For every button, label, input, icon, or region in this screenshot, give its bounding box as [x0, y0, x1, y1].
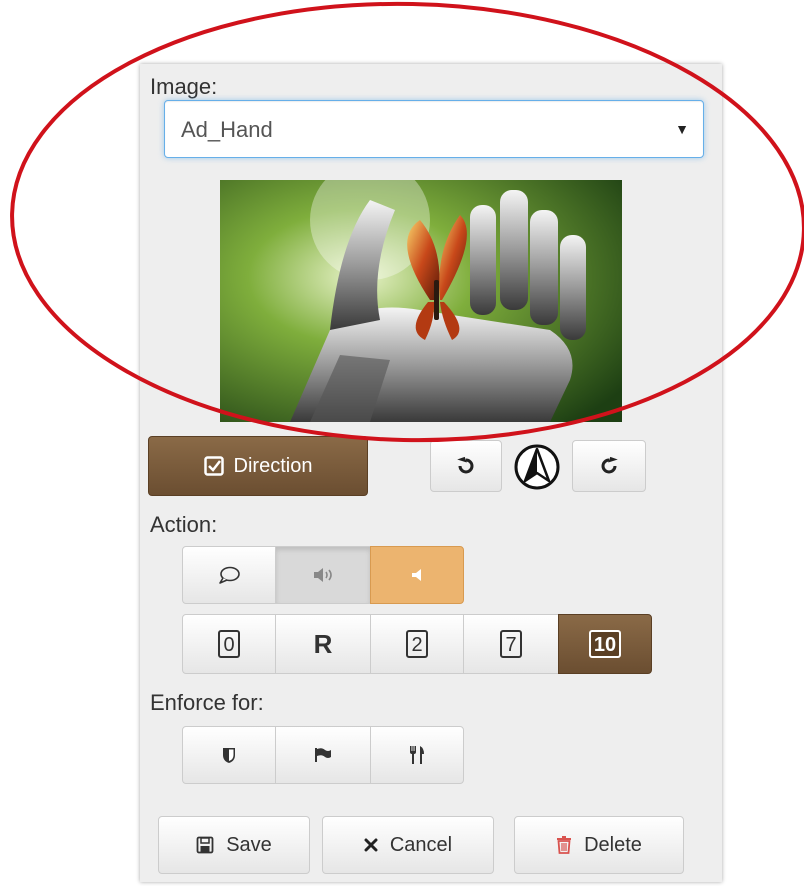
count-button-0[interactable]: 0	[182, 614, 276, 674]
count-button-7[interactable]: 7	[463, 614, 559, 674]
volume-off-button[interactable]	[370, 546, 464, 604]
count-button-2[interactable]: 2	[370, 614, 464, 674]
enforce-cutlery-button[interactable]	[370, 726, 464, 784]
action-label: Action:	[150, 512, 218, 537]
chevron-down-icon: ▼	[675, 121, 689, 137]
enforce-shield-button[interactable]	[182, 726, 276, 784]
volume-off-icon	[410, 567, 424, 583]
image-preview	[220, 180, 622, 422]
speech-button[interactable]	[182, 546, 276, 604]
save-label: Save	[226, 833, 272, 856]
image-select-value: Ad_Hand	[181, 117, 273, 142]
cancel-button[interactable]: Cancel	[322, 816, 494, 874]
speech-bubble-icon	[217, 565, 241, 585]
rotate-right-icon	[598, 455, 620, 477]
rotate-left-icon	[455, 455, 477, 477]
count-label-2: 2	[406, 630, 428, 658]
count-label-10: 10	[588, 630, 622, 658]
volume-button[interactable]	[275, 546, 371, 604]
enforce-flag-button[interactable]	[275, 726, 371, 784]
count-label-7: 7	[500, 630, 522, 658]
close-icon	[364, 838, 378, 852]
direction-button[interactable]: Direction	[148, 436, 368, 496]
cancel-label: Cancel	[389, 833, 453, 856]
image-select[interactable]: Ad_Hand ▼	[164, 100, 704, 158]
delete-label: Delete	[584, 833, 642, 856]
count-label-0: 0	[218, 630, 240, 658]
floppy-disk-icon	[196, 836, 214, 854]
flag-icon	[314, 747, 332, 763]
cutlery-icon	[409, 745, 425, 765]
volume-icon	[312, 566, 334, 584]
count-label-r: R	[313, 628, 333, 659]
save-button[interactable]: Save	[158, 816, 310, 874]
rotate-right-button[interactable]	[572, 440, 646, 492]
checkbox-icon	[203, 456, 224, 476]
trash-icon	[556, 836, 572, 854]
count-button-10[interactable]: 10	[558, 614, 652, 674]
image-label: Image:	[150, 74, 218, 99]
rotate-left-button[interactable]	[430, 440, 502, 492]
enforce-label: Enforce for:	[150, 690, 264, 715]
direction-label: Direction	[233, 454, 313, 477]
compass-icon[interactable]	[513, 443, 561, 491]
delete-button[interactable]: Delete	[514, 816, 684, 874]
shield-icon	[222, 746, 236, 764]
count-button-r[interactable]: R	[275, 614, 371, 674]
